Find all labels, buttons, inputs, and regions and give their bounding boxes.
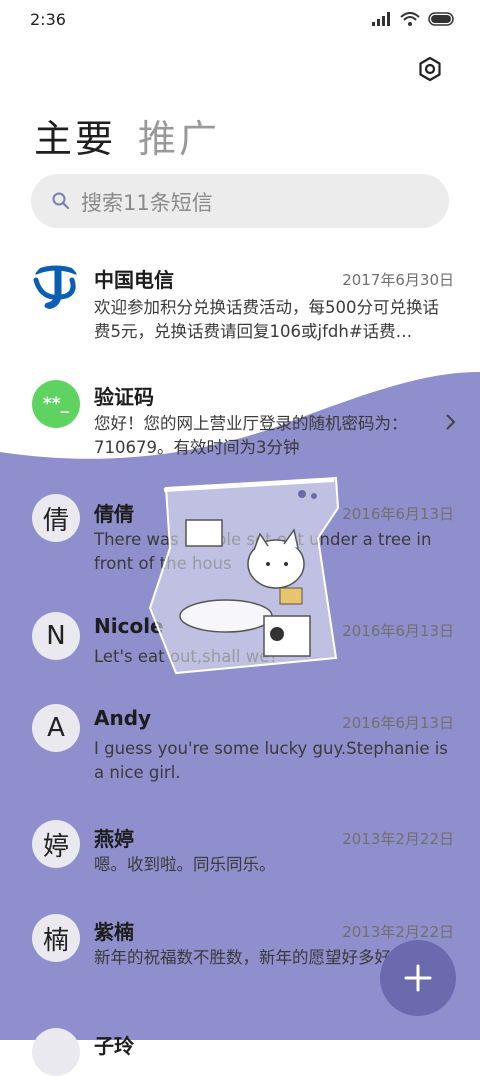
contact-avatar: A [32,704,80,752]
sender-name: Andy [94,706,152,730]
message-preview: I guess you're some lucky guy.Stephanie … [94,739,448,782]
conversation-item[interactable]: A Andy 2016年6月13日 I guess you're some lu… [0,704,480,794]
message-preview: 嗯。收到啦。同乐同乐。 [94,855,276,874]
signal-icon [372,12,390,26]
contact-avatar: 楠 [32,914,80,962]
verification-code-icon: **_ [32,380,80,428]
battery-icon [428,12,454,26]
settings-gear-icon[interactable] [417,56,443,82]
category-tabs: 主要 推广 [34,108,220,163]
conversation-item[interactable]: 子玲 [0,1028,480,1076]
contact-avatar: 婷 [32,820,80,868]
status-time: 2:36 [30,10,66,29]
conversation-item[interactable]: 中国电信 2017年6月30日 欢迎参加积分兑换话费活动，每500分可兑换话费5… [0,258,480,358]
sender-name: 中国电信 [94,268,174,292]
plus-icon [404,964,432,992]
message-date: 2013年2月22日 [342,923,454,941]
contact-avatar: N [32,612,80,660]
message-preview: 您好！您的网上营业厅登录的随机密码为：710679。有效时间为3分钟 [94,414,408,457]
cat-sticker-decoration [148,476,340,675]
tab-promotions[interactable]: 推广 [138,108,220,163]
search-bar[interactable]: 搜索11条短信 [31,174,449,228]
message-date: 2017年6月30日 [342,271,454,289]
sender-name: 倩倩 [94,502,134,526]
china-telecom-logo-icon [33,265,79,310]
chevron-right-icon[interactable] [444,412,458,432]
conversation-item[interactable]: 婷 燕婷 2013年2月22日 嗯。收到啦。同乐同乐。 [0,820,480,890]
sender-name: 验证码 [94,385,154,409]
message-preview: 欢迎参加积分兑换话费活动，每500分可兑换话费5元，兑换话费请回复106或jfd… [94,298,439,341]
message-date: 2016年6月13日 [342,622,454,640]
message-date: 2013年2月22日 [342,830,454,848]
new-message-button[interactable] [380,940,456,1016]
search-placeholder: 搜索11条短信 [81,191,213,215]
wifi-icon [400,12,420,26]
message-date: 2016年6月13日 [342,714,454,732]
message-date: 2016年6月13日 [342,505,454,523]
tab-primary[interactable]: 主要 [34,108,116,163]
contact-avatar: 倩 [32,494,80,542]
contact-avatar [32,1028,80,1076]
conversation-item[interactable]: **_ 验证码 您好！您的网上营业厅登录的随机密码为：710679。有效时间为3… [0,376,480,466]
sender-name: 紫楠 [94,920,134,944]
sender-name: 子玲 [94,1034,134,1058]
sender-name: 燕婷 [94,827,134,851]
search-icon [52,192,70,210]
status-bar: 2:36 [0,0,480,40]
